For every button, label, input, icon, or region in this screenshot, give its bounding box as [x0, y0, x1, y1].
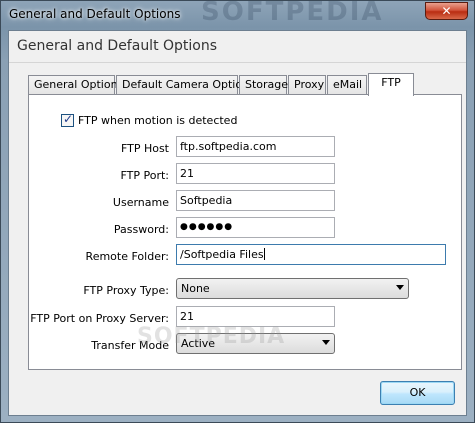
dropdown-arrow-icon: [322, 340, 330, 345]
ftp-proxy-type-label: FTP Proxy Type:: [83, 284, 169, 297]
ftp-proxy-type-value: None: [181, 282, 210, 295]
username-label: Username: [112, 196, 169, 209]
remote-folder-value: /Softpedia Files: [180, 248, 264, 261]
close-button[interactable]: ✕: [425, 2, 468, 20]
password-input[interactable]: ●●●●●●: [176, 217, 335, 238]
tab-email[interactable]: eMail: [327, 75, 367, 95]
options-window: SOFTPEDIA General and Default Options ✕ …: [0, 0, 475, 423]
remote-folder-input[interactable]: /Softpedia Files: [176, 244, 446, 265]
dropdown-arrow-icon: [396, 285, 404, 290]
watermark-top: SOFTPEDIA: [201, 0, 384, 27]
close-icon: ✕: [441, 4, 452, 18]
dialog-header-title: General and Default Options: [17, 38, 218, 54]
text-caret: [263, 248, 265, 260]
ftp-enable-checkbox[interactable]: ✓: [61, 112, 74, 127]
ftp-port-label: FTP Port:: [120, 169, 170, 182]
window-title: General and Default Options: [9, 7, 181, 21]
watermark-mid: SOFTPEDIA: [137, 324, 286, 349]
ftp-enable-row[interactable]: ✓ FTP when motion is detected: [61, 112, 238, 127]
checkmark-icon: ✓: [63, 112, 74, 126]
title-bar[interactable]: SOFTPEDIA General and Default Options ✕: [1, 0, 474, 29]
ftp-port-input[interactable]: 21: [176, 163, 335, 184]
tab-ftp[interactable]: FTP: [368, 73, 414, 96]
ftp-host-label: FTP Host: [120, 142, 169, 155]
tab-general-options[interactable]: General Options: [28, 75, 123, 95]
ftp-proxy-type-select[interactable]: None: [176, 278, 409, 299]
tab-default-camera-options[interactable]: Default Camera Options: [116, 75, 255, 95]
remote-folder-label: Remote Folder:: [85, 250, 169, 263]
ftp-host-input[interactable]: ftp.softpedia.com: [176, 136, 335, 157]
ok-button[interactable]: OK: [380, 381, 455, 405]
password-label: Password:: [113, 223, 169, 236]
dialog-client: General and Default Options General Opti…: [8, 30, 467, 416]
tab-storage[interactable]: Storage: [239, 75, 288, 95]
dialog-header: General and Default Options: [9, 31, 466, 63]
username-input[interactable]: Softpedia: [176, 190, 335, 211]
tab-proxy[interactable]: Proxy: [288, 75, 326, 95]
ftp-enable-label: FTP when motion is detected: [78, 114, 238, 127]
